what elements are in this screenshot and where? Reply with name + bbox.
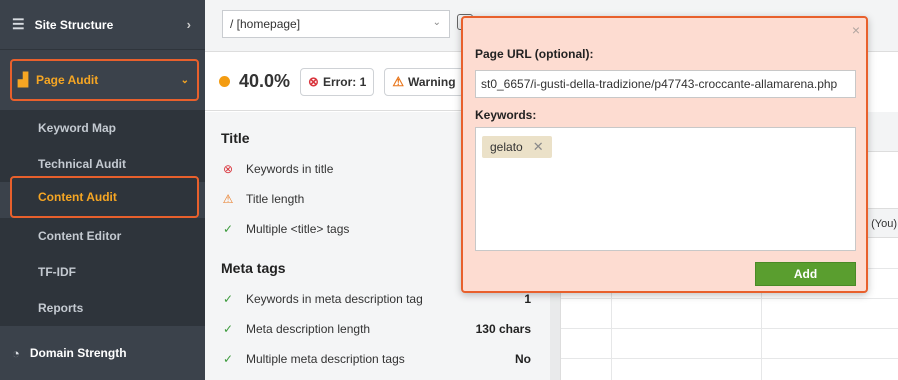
factor-value: 130 chars <box>475 322 531 336</box>
warning-filter-button[interactable]: ⚠ Warning <box>384 67 464 96</box>
sidebar-item-label: TF-IDF <box>38 265 76 279</box>
sidebar-item-tf-idf[interactable]: TF-IDF <box>0 254 205 290</box>
factor-value: 1 <box>524 292 531 306</box>
check-circle-icon: ✓ <box>222 292 234 306</box>
score-status-dot <box>219 76 230 87</box>
error-count: Error: 1 <box>322 74 367 89</box>
bar-chart-icon: ▟ <box>18 72 28 87</box>
sidebar-item-site-structure[interactable]: ☰ Site Structure › <box>0 0 205 50</box>
sidebar-item-domain-strength[interactable]: ◔ Domain Strength <box>0 326 205 380</box>
gauge-icon: ◔ <box>12 345 20 361</box>
close-icon[interactable]: × <box>852 22 860 38</box>
factor-label: Keywords in title <box>246 162 334 176</box>
sidebar-item-label: Content Audit <box>38 190 117 204</box>
sidebar-item-label: Domain Strength <box>29 346 127 360</box>
chevron-down-icon: ⌄ <box>432 17 441 28</box>
keywords-input[interactable]: gelato ✕ <box>475 127 856 251</box>
error-circle-icon: ⊗ <box>222 162 234 176</box>
sidebar-item-page-audit[interactable]: ▟ Page Audit ⌄ <box>10 59 199 101</box>
factor-label: Multiple <title> tags <box>246 222 350 236</box>
sidebar-item-label: Reports <box>38 301 84 315</box>
sidebar-item-label: Page Audit <box>36 73 99 87</box>
section-meta-heading: Meta tags <box>221 260 286 276</box>
sidebar-item-content-editor[interactable]: Content Editor <box>0 218 205 254</box>
score-value: 40.0% <box>239 71 291 91</box>
factor-label: Meta description length <box>246 322 371 336</box>
factor-row[interactable]: ✓ Multiple meta description tags No <box>221 349 531 369</box>
warning-triangle-icon: ⚠ <box>222 192 234 206</box>
sidebar-item-label: Technical Audit <box>38 157 127 171</box>
page-url-input[interactable]: st0_6657/i-gusti-della-tradizione/p47743… <box>475 70 856 98</box>
keyword-tag: gelato ✕ <box>482 136 552 158</box>
sidebar-item-reports[interactable]: Reports <box>0 290 205 326</box>
error-filter-button[interactable]: ⊗ Error: 1 <box>300 67 375 96</box>
list-tree-icon: ☰ <box>12 16 25 32</box>
keywords-label: Keywords: <box>475 108 537 122</box>
factor-label: Keywords in meta description tag <box>246 292 423 306</box>
error-circle-icon: ⊗ <box>308 73 319 89</box>
factor-label: Title length <box>246 192 305 206</box>
page-url-label: Page URL (optional): <box>475 47 594 61</box>
keyword-tag-label: gelato <box>490 140 523 154</box>
page-url-select[interactable]: / [homepage] ⌄ <box>222 10 450 38</box>
check-circle-icon: ✓ <box>222 222 234 236</box>
chevron-right-icon: › <box>186 17 191 32</box>
add-button[interactable]: Add <box>755 262 856 286</box>
check-circle-icon: ✓ <box>222 322 234 336</box>
warning-label: Warning <box>407 74 456 89</box>
chevron-down-icon: ⌄ <box>180 74 189 86</box>
sidebar-item-content-audit[interactable]: Content Audit <box>10 176 199 218</box>
sidebar-item-keyword-map[interactable]: Keyword Map <box>0 110 205 146</box>
sidebar: ☰ Site Structure › ▟ Page Audit ⌄ Keywor… <box>0 0 205 380</box>
remove-tag-icon[interactable]: ✕ <box>533 139 544 155</box>
sidebar-item-label: Content Editor <box>38 229 122 243</box>
warning-triangle-icon: ⚠ <box>392 73 404 89</box>
add-keywords-dialog: × Page URL (optional): st0_6657/i-gusti-… <box>461 16 868 293</box>
factor-row[interactable]: ✓ Meta description length 130 chars <box>221 319 531 339</box>
column-label-you: (You) <box>871 218 897 230</box>
page-url-value: / [homepage] <box>230 17 301 31</box>
check-circle-icon: ✓ <box>222 352 234 366</box>
factor-value: No <box>515 352 531 366</box>
section-title-heading: Title <box>221 130 250 146</box>
sidebar-item-label: Site Structure <box>34 17 114 32</box>
sidebar-item-label: Keyword Map <box>38 121 117 135</box>
factor-label: Multiple meta description tags <box>246 352 405 366</box>
